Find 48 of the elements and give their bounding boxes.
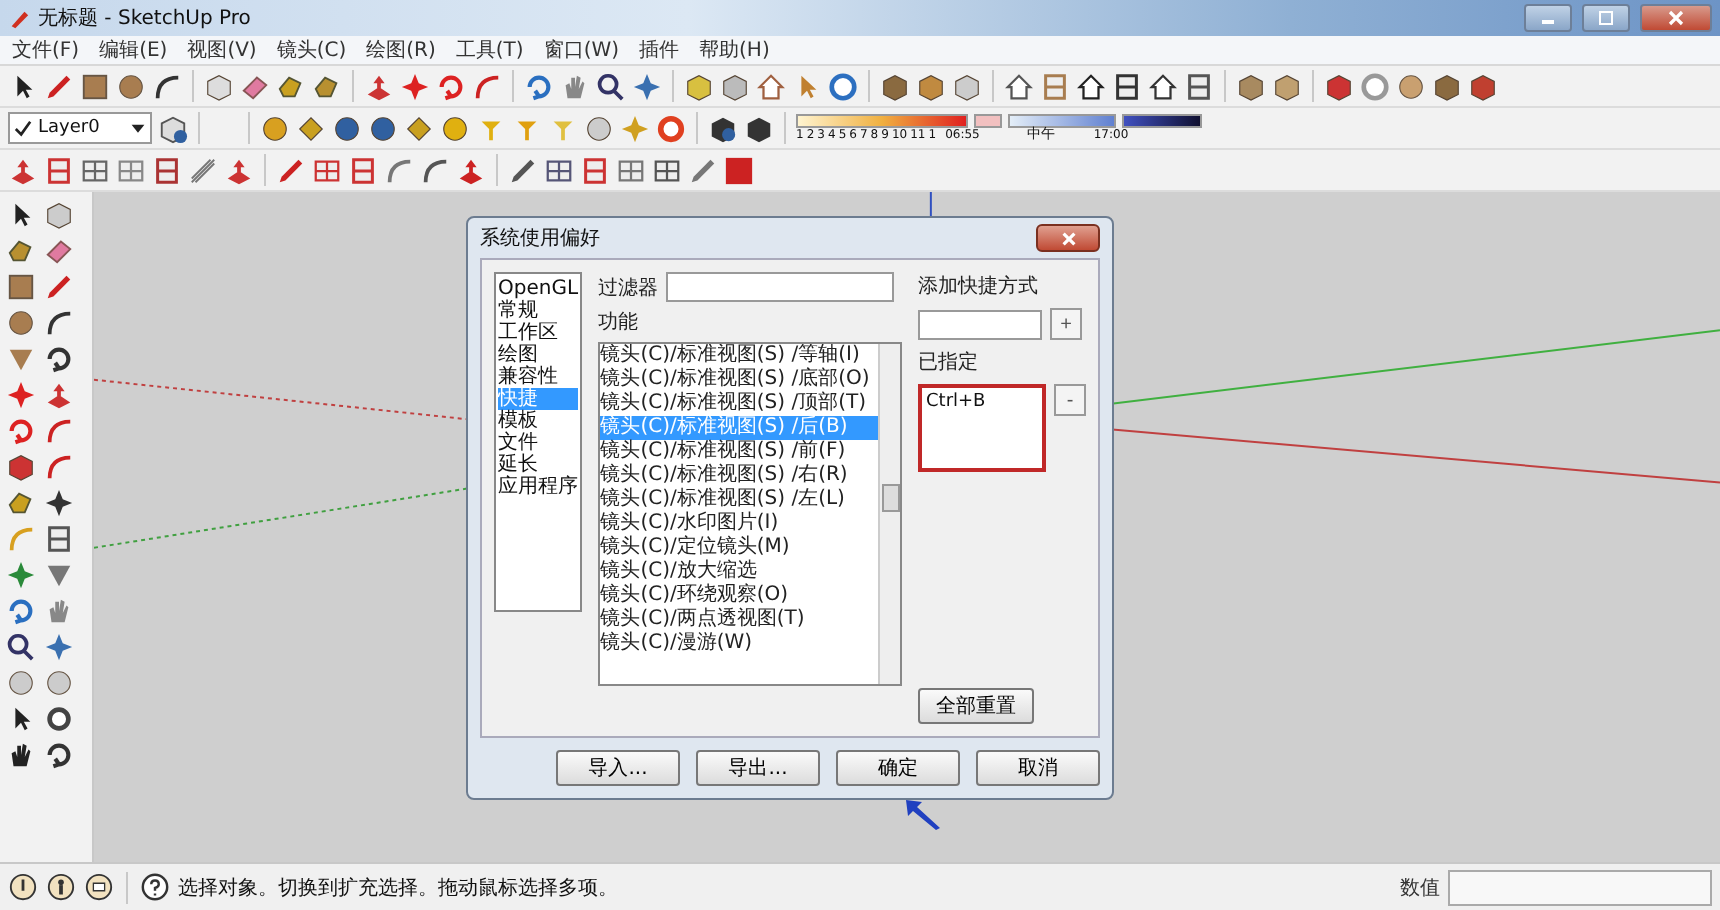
category-item[interactable]: 工作区	[498, 322, 579, 344]
filter-label: 过滤器	[598, 275, 659, 301]
function-item[interactable]: 镜头(C)/放大缩选	[600, 560, 878, 584]
menu-item[interactable]: 绘图(R)	[366, 36, 436, 64]
reset-all-button[interactable]: 全部重置	[918, 688, 1034, 724]
category-item[interactable]: 绘图	[498, 344, 579, 366]
menu-item[interactable]: 视图(V)	[187, 36, 257, 64]
remove-button[interactable]: -	[1054, 384, 1086, 416]
import-button[interactable]: 导入...	[556, 750, 680, 786]
function-item[interactable]: 镜头(C)/标准视图(S) /底部(O)	[600, 368, 878, 392]
menu-item[interactable]: 文件(F)	[12, 36, 80, 64]
category-item[interactable]: 常规	[498, 300, 579, 322]
export-button[interactable]: 导出...	[696, 750, 820, 786]
add-shortcut-label: 添加快捷方式	[918, 273, 1040, 300]
function-item[interactable]: 镜头(C)/漫游(W)	[600, 632, 878, 656]
function-item[interactable]: 镜头(C)/标准视图(S) /左(L)	[600, 488, 878, 512]
function-item[interactable]: 镜头(C)/定位镜头(M)	[600, 536, 878, 560]
category-item[interactable]: 模板	[498, 410, 579, 432]
function-item[interactable]: 镜头(C)/标准视图(S) /等轴(I)	[600, 344, 878, 368]
function-item[interactable]: 镜头(C)/两点透视图(T)	[600, 608, 878, 632]
add-button[interactable]: +	[1050, 308, 1082, 340]
category-item[interactable]: 兼容性	[498, 366, 579, 388]
category-item[interactable]: OpenGL	[498, 278, 579, 300]
category-item[interactable]: 文件	[498, 432, 579, 454]
dialog-title: 系统使用偏好	[480, 225, 600, 252]
function-item[interactable]: 镜头(C)/标准视图(S) /顶部(T)	[600, 392, 878, 416]
function-item[interactable]: 镜头(C)/环绕观察(O)	[600, 584, 878, 608]
function-label: 功能	[598, 309, 641, 336]
status-hint: 选择对象。切换到扩充选择。拖动鼠标选择多项。	[178, 875, 620, 901]
menu-item[interactable]: 镜头(C)	[276, 36, 347, 64]
category-item[interactable]: 应用程序	[498, 476, 579, 498]
layer-dropdown[interactable]: Layer0	[8, 112, 152, 144]
assigned-shortcut[interactable]: Ctrl+B	[926, 392, 1038, 412]
layer-name: Layer0	[38, 118, 102, 138]
cancel-button[interactable]: 取消	[976, 750, 1100, 786]
menu-item[interactable]: 插件	[639, 36, 680, 64]
measurement-label: 数值	[1400, 875, 1440, 901]
window-title: 无标题 - SketchUp Pro	[38, 5, 251, 32]
category-item[interactable]: 延长	[498, 454, 579, 476]
menu-item[interactable]: 编辑(E)	[99, 36, 168, 64]
menu-item[interactable]: 窗口(W)	[543, 36, 620, 64]
function-item[interactable]: 镜头(C)/标准视图(S) /右(R)	[600, 464, 878, 488]
menu-item[interactable]: 工具(T)	[455, 36, 524, 64]
menu-item[interactable]: 帮助(H)	[699, 36, 770, 64]
function-item[interactable]: 镜头(C)/标准视图(S) /前(F)	[600, 440, 878, 464]
assigned-label: 已指定	[918, 349, 980, 376]
ok-button[interactable]: 确定	[836, 750, 960, 786]
function-item[interactable]: 镜头(C)/水印图片(I)	[600, 512, 878, 536]
